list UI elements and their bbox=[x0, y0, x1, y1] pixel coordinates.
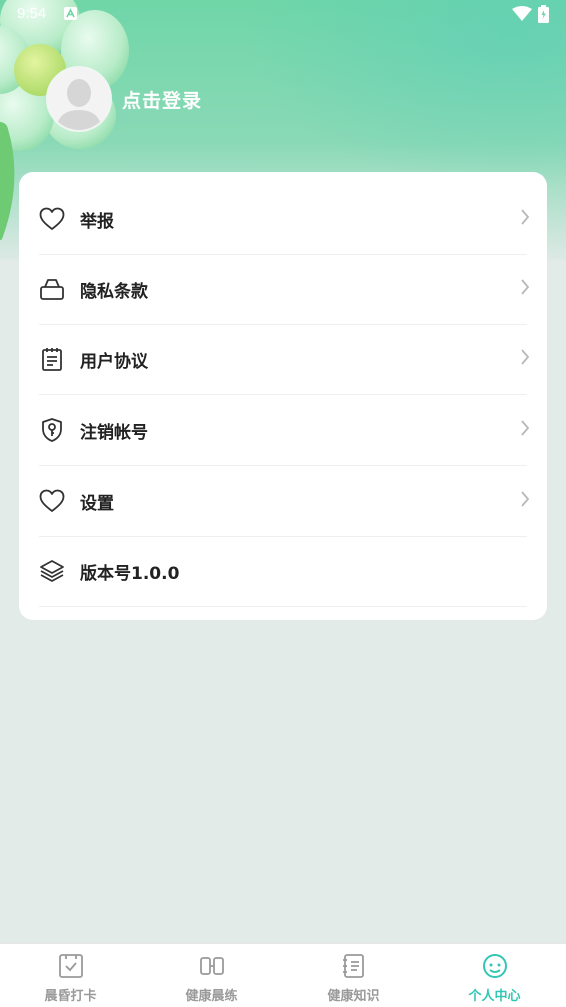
menu-item-version: 版本号1.0.0 bbox=[39, 536, 527, 607]
menu-item-delete-account[interactable]: 注销帐号 bbox=[39, 395, 530, 466]
chevron-right-icon bbox=[521, 279, 530, 295]
tab-label: 个人中心 bbox=[468, 989, 521, 1004]
menu-item-label: 举报 bbox=[80, 211, 114, 232]
tab-label: 健康知识 bbox=[327, 989, 380, 1004]
menu-item-user-agreement[interactable]: 用户协议 bbox=[39, 324, 530, 395]
wifi-icon bbox=[512, 6, 532, 21]
menu-item-report[interactable]: 举报 bbox=[39, 184, 530, 255]
status-time: 9:54 bbox=[17, 5, 47, 22]
status-bar: 9:54 bbox=[0, 0, 566, 30]
version-label: 版本号1.0.0 bbox=[80, 563, 180, 584]
checkin-icon bbox=[59, 954, 83, 978]
menu-item-label: 用户协议 bbox=[80, 351, 148, 372]
tab-checkin[interactable]: 晨昏打卡 bbox=[0, 944, 141, 1007]
login-prompt[interactable]: 点击登录 bbox=[122, 86, 202, 113]
menu-item-label: 隐私条款 bbox=[80, 281, 148, 302]
layers-icon bbox=[39, 558, 65, 584]
menu-item-label: 注销帐号 bbox=[80, 422, 148, 443]
chevron-right-icon bbox=[521, 420, 530, 436]
menu-item-privacy[interactable]: 隐私条款 bbox=[39, 254, 530, 325]
avatar[interactable] bbox=[46, 66, 112, 132]
tab-profile[interactable]: 个人中心 bbox=[424, 944, 565, 1007]
clipboard-icon bbox=[39, 346, 65, 372]
smiley-icon bbox=[483, 954, 507, 978]
profile-login[interactable]: 点击登录 bbox=[46, 66, 202, 132]
menu-item-label: 设置 bbox=[80, 493, 114, 514]
chevron-right-icon bbox=[521, 349, 530, 365]
notification-icon bbox=[64, 7, 77, 20]
chevron-right-icon bbox=[521, 209, 530, 225]
chevron-right-icon bbox=[521, 491, 530, 507]
lock-icon bbox=[39, 276, 65, 302]
menu-item-settings[interactable]: 设置 bbox=[39, 466, 530, 537]
shield-key-icon bbox=[39, 417, 65, 443]
tab-label: 晨昏打卡 bbox=[44, 989, 97, 1004]
tab-label: 健康晨练 bbox=[185, 989, 238, 1004]
battery-icon bbox=[538, 5, 549, 23]
tab-exercise[interactable]: 健康晨练 bbox=[141, 944, 282, 1007]
exercise-icon bbox=[200, 957, 224, 975]
notebook-icon bbox=[343, 954, 364, 978]
default-avatar-icon bbox=[48, 68, 110, 130]
tab-knowledge[interactable]: 健康知识 bbox=[283, 944, 424, 1007]
heart-icon bbox=[39, 206, 65, 232]
heart-icon bbox=[39, 488, 65, 514]
menu-card: 举报 隐私条款 用户协议 注销帐号 设置 版本号1.0.0 bbox=[19, 172, 547, 620]
bottom-tab-bar: 晨昏打卡 健康晨练 健康知识 个人中心 bbox=[0, 943, 566, 1007]
